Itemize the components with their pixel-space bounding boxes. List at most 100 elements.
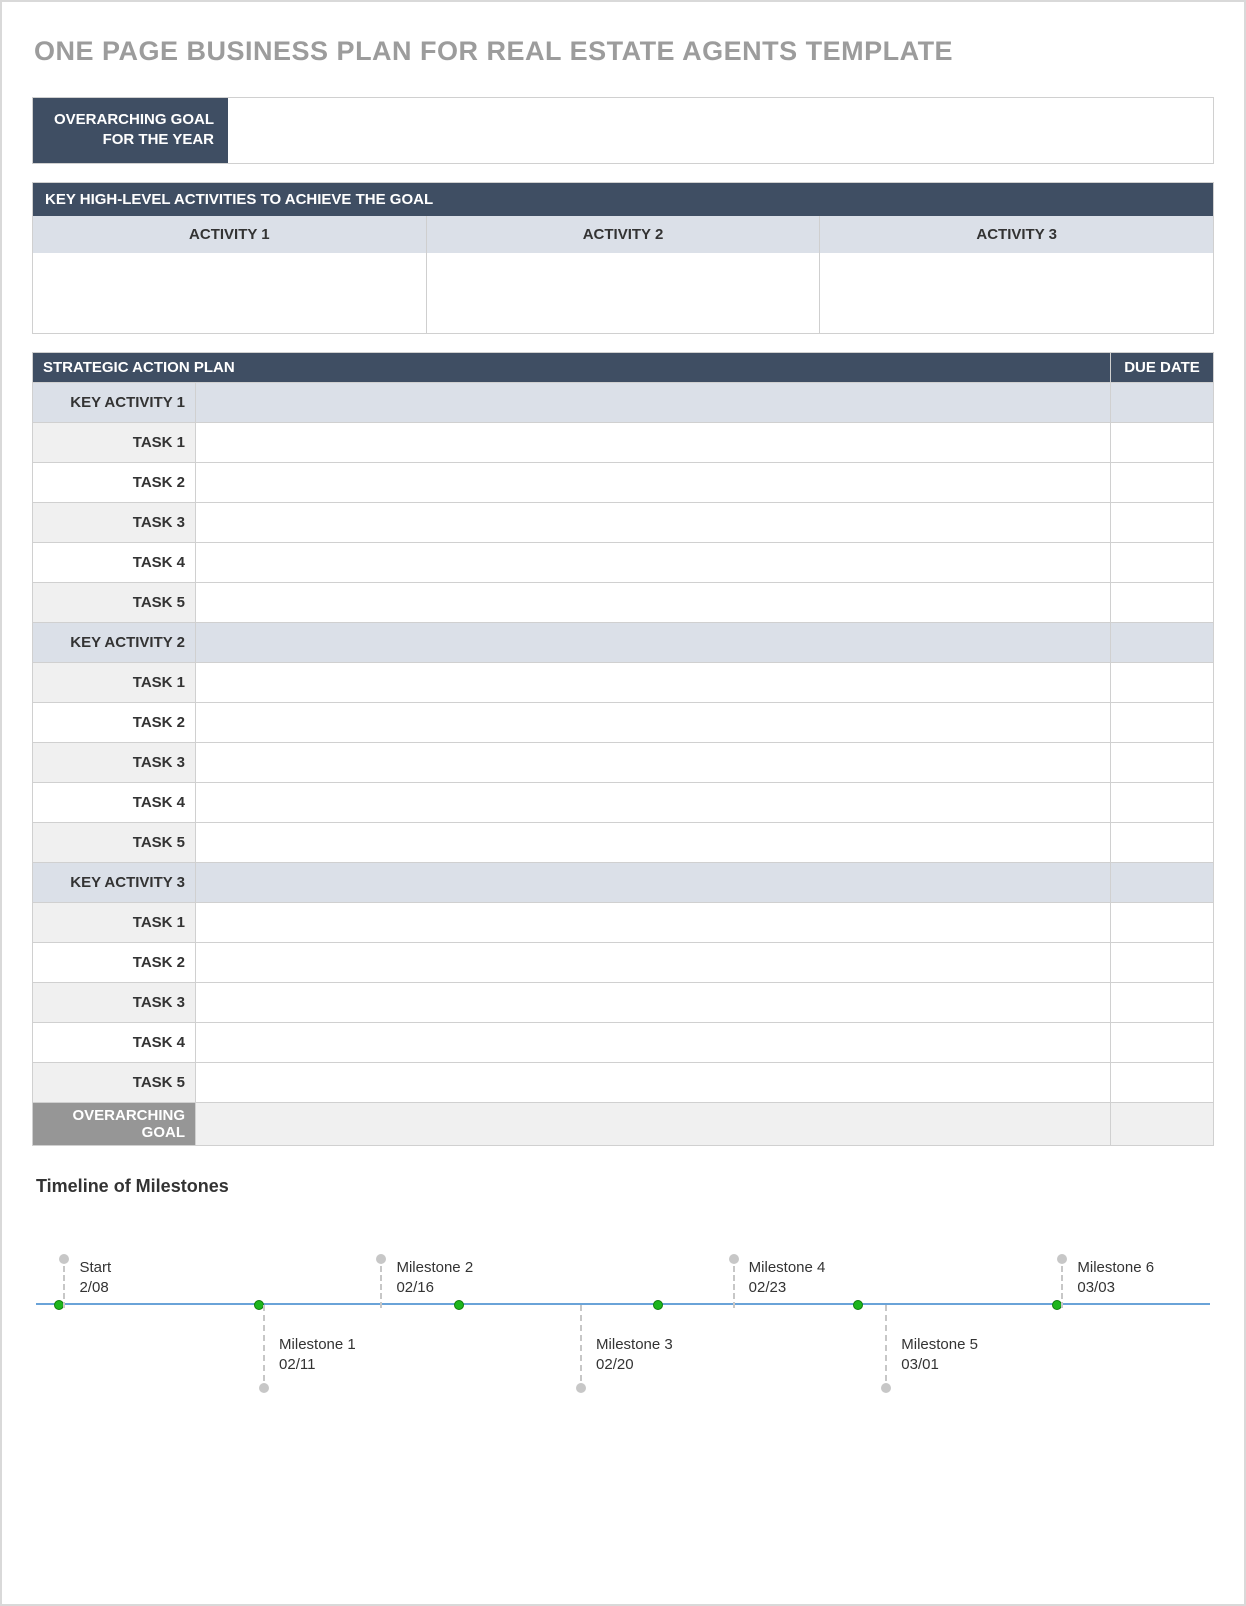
- timeline-text: Milestone 503/01: [881, 1335, 1021, 1374]
- task-due[interactable]: [1111, 502, 1214, 542]
- task-row: TASK 2: [33, 942, 1214, 982]
- timeline-label: Milestone 1: [279, 1335, 399, 1355]
- timeline-label: Milestone 6: [1077, 1258, 1197, 1278]
- activities-header: KEY HIGH-LEVEL ACTIVITIES TO ACHIEVE THE…: [33, 183, 1213, 216]
- task-due[interactable]: [1111, 422, 1214, 462]
- document-page: ONE PAGE BUSINESS PLAN FOR REAL ESTATE A…: [0, 0, 1246, 1606]
- timeline-dot-icon: [576, 1383, 586, 1393]
- task-due[interactable]: [1111, 742, 1214, 782]
- task-cell[interactable]: [196, 422, 1111, 462]
- task-due[interactable]: [1111, 542, 1214, 582]
- timeline-item: Milestone 503/01: [881, 1335, 1021, 1374]
- task-cell[interactable]: [196, 782, 1111, 822]
- key-activity-cell[interactable]: [196, 622, 1111, 662]
- timeline-text: Milestone 402/23: [729, 1258, 869, 1297]
- plan-header-row: STRATEGIC ACTION PLAN DUE DATE: [33, 352, 1214, 382]
- task-row: TASK 1: [33, 662, 1214, 702]
- task-label: TASK 3: [33, 982, 196, 1022]
- timeline-label: Milestone 5: [901, 1335, 1021, 1355]
- timeline-item: Milestone 102/11: [259, 1335, 399, 1374]
- timeline-label: Milestone 3: [596, 1335, 716, 1355]
- task-due[interactable]: [1111, 822, 1214, 862]
- task-cell[interactable]: [196, 542, 1111, 582]
- overarching-goal-cell[interactable]: [196, 1102, 1111, 1146]
- task-label: TASK 1: [33, 662, 196, 702]
- timeline-date: 02/16: [396, 1278, 516, 1298]
- key-activity-due[interactable]: [1111, 622, 1214, 662]
- task-cell[interactable]: [196, 582, 1111, 622]
- task-cell[interactable]: [196, 982, 1111, 1022]
- task-cell[interactable]: [196, 902, 1111, 942]
- task-cell[interactable]: [196, 702, 1111, 742]
- timeline-date: 02/11: [279, 1355, 399, 1375]
- task-due[interactable]: [1111, 662, 1214, 702]
- timeline-item: Milestone 202/16: [376, 1258, 516, 1297]
- key-activity-row: KEY ACTIVITY 2: [33, 622, 1214, 662]
- activity-2-cell[interactable]: [427, 253, 821, 333]
- overarching-goal-row: OVERARCHING GOAL FOR THE YEAR: [32, 97, 1214, 164]
- task-cell[interactable]: [196, 942, 1111, 982]
- task-label: TASK 2: [33, 702, 196, 742]
- overarching-goal-value[interactable]: [228, 98, 1213, 163]
- activity-3-header: ACTIVITY 3: [820, 216, 1213, 253]
- activity-1-cell[interactable]: [33, 253, 427, 333]
- task-row: TASK 4: [33, 1022, 1214, 1062]
- task-due[interactable]: [1111, 902, 1214, 942]
- key-activity-label: KEY ACTIVITY 1: [33, 382, 196, 422]
- task-label: TASK 4: [33, 782, 196, 822]
- timeline-label: Milestone 2: [396, 1258, 516, 1278]
- task-label: TASK 3: [33, 742, 196, 782]
- task-row: TASK 2: [33, 462, 1214, 502]
- timeline-axis: [36, 1303, 1210, 1305]
- task-label: TASK 5: [33, 582, 196, 622]
- page-title: ONE PAGE BUSINESS PLAN FOR REAL ESTATE A…: [34, 36, 1214, 67]
- key-activity-label: KEY ACTIVITY 2: [33, 622, 196, 662]
- timeline-date: 03/03: [1077, 1278, 1197, 1298]
- timeline-connector: [580, 1305, 582, 1381]
- timeline-date: 02/23: [749, 1278, 869, 1298]
- timeline: Start2/08Milestone 102/11Milestone 202/1…: [36, 1215, 1210, 1415]
- timeline-connector: [885, 1305, 887, 1381]
- task-cell[interactable]: [196, 462, 1111, 502]
- key-activity-cell[interactable]: [196, 862, 1111, 902]
- task-row: TASK 4: [33, 542, 1214, 582]
- activity-1-header: ACTIVITY 1: [33, 216, 427, 253]
- task-cell[interactable]: [196, 662, 1111, 702]
- activity-3-cell[interactable]: [820, 253, 1213, 333]
- task-cell[interactable]: [196, 1022, 1111, 1062]
- timeline-date: 03/01: [901, 1355, 1021, 1375]
- key-activity-due[interactable]: [1111, 862, 1214, 902]
- key-activity-row: KEY ACTIVITY 1: [33, 382, 1214, 422]
- task-due[interactable]: [1111, 1062, 1214, 1102]
- timeline-dot-icon: [259, 1383, 269, 1393]
- timeline-item: Milestone 302/20: [576, 1335, 716, 1374]
- timeline-dot-icon: [881, 1383, 891, 1393]
- key-activity-due[interactable]: [1111, 382, 1214, 422]
- key-activity-cell[interactable]: [196, 382, 1111, 422]
- task-due[interactable]: [1111, 782, 1214, 822]
- timeline-date: 02/20: [596, 1355, 716, 1375]
- task-due[interactable]: [1111, 702, 1214, 742]
- overarching-goal-due[interactable]: [1111, 1102, 1214, 1146]
- task-cell[interactable]: [196, 742, 1111, 782]
- task-label: TASK 2: [33, 462, 196, 502]
- timeline-connector: [1061, 1266, 1063, 1308]
- timeline-text: Start2/08: [59, 1258, 199, 1297]
- task-due[interactable]: [1111, 942, 1214, 982]
- task-cell[interactable]: [196, 1062, 1111, 1102]
- activity-2-header: ACTIVITY 2: [427, 216, 821, 253]
- task-cell[interactable]: [196, 822, 1111, 862]
- timeline-text: Milestone 302/20: [576, 1335, 716, 1374]
- task-due[interactable]: [1111, 582, 1214, 622]
- activities-section: KEY HIGH-LEVEL ACTIVITIES TO ACHIEVE THE…: [32, 182, 1214, 334]
- task-label: TASK 1: [33, 422, 196, 462]
- task-due[interactable]: [1111, 462, 1214, 502]
- timeline-tick: [853, 1300, 863, 1310]
- task-cell[interactable]: [196, 502, 1111, 542]
- task-due[interactable]: [1111, 1022, 1214, 1062]
- timeline-item: Milestone 603/03: [1057, 1258, 1197, 1297]
- timeline-item: Start2/08: [59, 1258, 199, 1297]
- due-header: DUE DATE: [1111, 352, 1214, 382]
- task-due[interactable]: [1111, 982, 1214, 1022]
- task-label: TASK 3: [33, 502, 196, 542]
